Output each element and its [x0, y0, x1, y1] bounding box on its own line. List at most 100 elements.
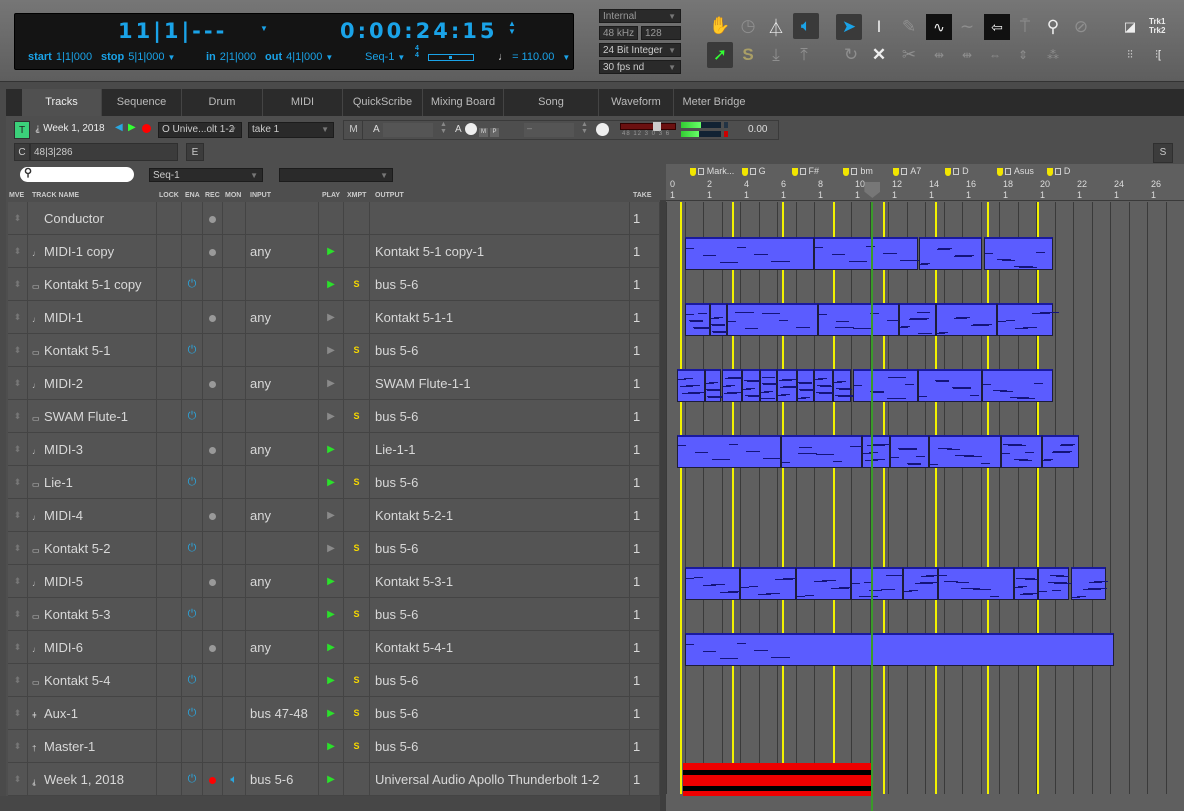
tab-waveform[interactable]: Waveform — [599, 89, 674, 116]
midi-clip[interactable] — [710, 303, 732, 336]
punch-in-icon[interactable]: ⤓ — [763, 42, 789, 68]
windows-icon[interactable]: ◪ — [1117, 14, 1143, 40]
midi-clip[interactable] — [889, 435, 929, 468]
take-cell[interactable]: 1 — [630, 763, 660, 796]
monitor-cell[interactable] — [223, 532, 246, 565]
track-name-cell[interactable]: ▭ Kontakt 5-3 — [28, 598, 157, 631]
input-cell[interactable] — [246, 532, 319, 565]
xmpt-cell[interactable] — [344, 301, 370, 334]
take-cell[interactable]: 1 — [630, 565, 660, 598]
record-cell[interactable] — [203, 697, 223, 730]
fit-icon[interactable]: ⇔ — [982, 42, 1008, 68]
output-cell[interactable]: bus 5-6 — [370, 400, 630, 433]
enable-cell[interactable]: ⏻ — [182, 532, 203, 565]
col-xmpt[interactable]: XMPT — [347, 192, 366, 199]
monitor-icon[interactable]: ◀ — [115, 122, 123, 133]
output-cell[interactable]: bus 5-6 — [370, 598, 630, 631]
second-filter-select[interactable]: ▼ — [279, 168, 393, 182]
lock-cell[interactable] — [157, 202, 182, 235]
track-name-cell[interactable]: ▭ Kontakt 5-2 — [28, 532, 157, 565]
midi-clip[interactable] — [1037, 567, 1072, 600]
col-output[interactable]: OUTPUT — [375, 192, 404, 199]
enable-cell[interactable] — [182, 730, 203, 763]
track-row[interactable]: ⬍ ▭ Kontakt 5-1 ⏻ ▶ Sbus 5-6 1 — [8, 334, 660, 367]
record-cell[interactable] — [203, 532, 223, 565]
col-mon[interactable]: MON — [225, 192, 241, 199]
bar-counter-dropdown-icon[interactable]: ▼ — [260, 24, 268, 33]
tab-tracks[interactable]: Tracks — [22, 89, 102, 116]
track-name-cell[interactable]: ▭ SWAM Flute-1 — [28, 400, 157, 433]
play-cell[interactable]: ▶ — [319, 631, 344, 664]
enable-cell[interactable]: ⏻ — [182, 664, 203, 697]
lock-cell[interactable] — [157, 598, 182, 631]
play-cell[interactable]: ▶ — [319, 400, 344, 433]
tab-drum[interactable]: Drum — [182, 89, 263, 116]
stop-field[interactable]: stop 5|1|000 ▼ — [101, 51, 175, 63]
waveform-icon[interactable]: ⫶⫶ — [1117, 42, 1143, 68]
midi-clip[interactable] — [984, 237, 1053, 270]
take-cell[interactable]: 1 — [630, 202, 660, 235]
col-play[interactable]: PLAY — [322, 192, 340, 199]
output-cell[interactable]: Lie-1-1 — [370, 433, 630, 466]
midi-clip[interactable] — [982, 369, 1053, 402]
midi-clip[interactable] — [997, 303, 1060, 336]
col-take[interactable]: TAKE — [633, 192, 652, 199]
play-cell[interactable]: ▶ — [319, 268, 344, 301]
enable-cell[interactable]: ⏻ — [182, 400, 203, 433]
hand-tool-icon[interactable]: ✋ — [707, 13, 733, 39]
midi-clip[interactable] — [684, 237, 814, 270]
automation-stepper-icon[interactable]: ▲ ▼ — [440, 121, 447, 135]
move-handle-icon[interactable]: ⬍ — [8, 466, 28, 499]
track-row[interactable]: ⬍ ⸘ Week 1, 2018 ⏻ 🔈︎ bus 5-6 ▶ Universal Audio… — [8, 763, 660, 796]
move-handle-icon[interactable]: ⬍ — [8, 400, 28, 433]
monitor-cell[interactable] — [223, 565, 246, 598]
track-name-cell[interactable]: ǂ Aux-1 — [28, 697, 157, 730]
monitor-cell[interactable] — [223, 598, 246, 631]
enable-cell[interactable] — [182, 565, 203, 598]
track-row[interactable]: ⬍ ♩ MIDI-3 any ▶ Lie-1-1 1 — [8, 433, 660, 466]
xmpt-cell[interactable]: S — [344, 697, 370, 730]
monitor-cell[interactable] — [223, 664, 246, 697]
input-cell[interactable]: any — [246, 301, 319, 334]
scissors-icon[interactable]: ✂ — [896, 42, 922, 68]
side-s-button[interactable]: S — [1153, 143, 1173, 163]
midi-clip[interactable] — [917, 369, 983, 402]
play-cell[interactable]: ▶ — [319, 301, 344, 334]
input-cell[interactable]: any — [246, 235, 319, 268]
sine-tool-icon[interactable]: ∼ — [954, 14, 980, 40]
take-cell[interactable]: 1 — [630, 631, 660, 664]
midi-clip[interactable] — [780, 435, 864, 468]
solo-icon[interactable]: S — [735, 42, 761, 68]
in-field[interactable]: in 2|1|000 — [206, 51, 256, 63]
xmpt-cell[interactable] — [344, 631, 370, 664]
monitor-cell[interactable] — [223, 433, 246, 466]
track-name-cell[interactable]: ▭ Kontakt 5-1 copy — [28, 268, 157, 301]
enable-cell[interactable]: ⏻ — [182, 697, 203, 730]
take-cell[interactable]: 1 — [630, 367, 660, 400]
output-cell[interactable]: SWAM Flute-1-1 — [370, 367, 630, 400]
col-lock[interactable]: LOCK — [159, 192, 179, 199]
marker[interactable]: G — [741, 166, 766, 176]
take-cell[interactable]: 1 — [630, 268, 660, 301]
take-cell[interactable]: 1 — [630, 466, 660, 499]
input-cell[interactable] — [246, 334, 319, 367]
m-button[interactable]: M — [345, 121, 363, 139]
output-cell[interactable]: Kontakt 5-4-1 — [370, 631, 630, 664]
marker[interactable]: bm — [843, 166, 873, 176]
punch-out-icon[interactable]: ⤒ — [791, 42, 817, 68]
output-cell[interactable]: Kontakt 5-1 copy-1 — [370, 235, 630, 268]
play-cell[interactable]: ▶ — [319, 334, 344, 367]
tempo-slider[interactable] — [428, 54, 474, 61]
lock-cell[interactable] — [157, 466, 182, 499]
take-cell[interactable]: 1 — [630, 433, 660, 466]
input-cell[interactable]: any — [246, 565, 319, 598]
play-cell[interactable]: ▶ — [319, 697, 344, 730]
play-cell[interactable]: ▶ — [319, 532, 344, 565]
take-select[interactable]: take 1 ▼ — [248, 122, 334, 138]
midi-clip[interactable] — [677, 435, 783, 468]
enable-cell[interactable] — [182, 202, 203, 235]
midi-clip[interactable] — [760, 369, 782, 402]
track-name-cell[interactable]: ♩ MIDI-5 — [28, 565, 157, 598]
tempo-slider-thumb[interactable] — [449, 56, 452, 59]
take-cell[interactable]: 1 — [630, 664, 660, 697]
